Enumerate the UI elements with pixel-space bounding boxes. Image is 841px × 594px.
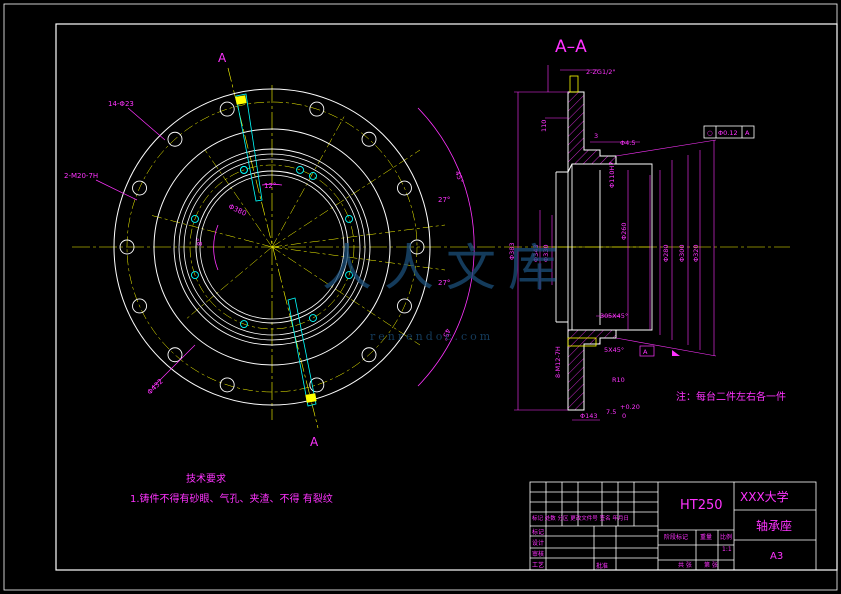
cut-label-top: A: [218, 51, 227, 65]
chamfer-top: 5X45°: [608, 312, 628, 320]
tol-upper: +0.20: [620, 403, 640, 411]
holes-outer-label: 14-Φ23: [108, 100, 134, 108]
hdr-2: 分区: [557, 516, 569, 522]
drawing-number: A3: [770, 551, 784, 562]
section-note: 注：每台二件左右各一件: [676, 392, 786, 403]
scale-value: 1:1: [722, 546, 732, 553]
hdr-4: 签名: [599, 516, 611, 522]
gdt-ref: A: [745, 129, 750, 137]
row-label-0: 标记: [532, 529, 545, 536]
slot-top: [235, 93, 263, 202]
ratio-label: 比例: [720, 534, 733, 541]
holes-thread-label: 2-M20-7H: [64, 172, 98, 180]
row-label-3: 工艺: [532, 562, 545, 569]
sheet-no: 第 张: [704, 562, 718, 569]
dim-143: Φ143: [580, 412, 598, 420]
section-title: A–A: [555, 37, 587, 57]
section-line-aa: [227, 67, 319, 429]
outer-hole: [361, 131, 377, 147]
dim-d300: Φ300: [678, 244, 686, 262]
stage-mark: 阶段标记: [664, 534, 689, 541]
approve-label: 批准: [596, 563, 609, 570]
dim-phi45: Φ4.5: [620, 139, 635, 147]
row-label-1: 设计: [532, 540, 545, 547]
chamfer-bottom: 5X45°: [604, 346, 624, 354]
tech-requirements: 技术要求 1.铸件不得有砂眼、气孔、夹渣、不得 有裂纹: [130, 470, 333, 510]
dim-d280: Φ280: [662, 244, 670, 262]
header-row: 标记 处数 分区 更改文件号 签名 年月日: [532, 514, 629, 522]
section-profile-bottom: [567, 329, 617, 411]
outer-hole: [219, 101, 235, 117]
angle-small: 12°: [264, 182, 276, 190]
angle-top: 45°: [453, 170, 465, 184]
outer-dia-label: Φ432: [146, 377, 165, 396]
cut-label-bottom: A: [310, 435, 319, 449]
tech-item-1: 1.铸件不得有砂眼、气孔、夹渣、不得 有裂纹: [130, 494, 333, 505]
material: HT250: [680, 498, 723, 513]
dim-110h7: Φ110H7: [608, 161, 616, 188]
hdr-1: 处数: [544, 516, 556, 522]
dim-d320: Φ320: [692, 244, 700, 262]
hdr-0: 标记: [532, 516, 544, 522]
part-name: 轴承座: [756, 519, 793, 533]
datum-label: A: [643, 348, 648, 356]
sheets-total: 共 张: [678, 562, 692, 569]
pipe-tap: [569, 75, 579, 93]
dim-d260: Φ260: [620, 222, 628, 240]
dim-3: 3: [594, 132, 598, 140]
gdt-value: Φ0.12: [718, 129, 738, 137]
weight-label: 重量: [700, 534, 713, 541]
hub-hole: [309, 172, 317, 180]
tech-title: 技术要求: [186, 474, 226, 485]
dim-75: 7.5: [606, 408, 616, 416]
school-name: XXX大学: [740, 490, 789, 504]
section-profile-top: [567, 91, 617, 173]
watermark-chars: 人人文库: [322, 239, 570, 297]
slot-marker-bottom: [305, 393, 317, 403]
tol-lower: 0: [622, 412, 626, 420]
watermark-url: renrendoc.com: [370, 330, 494, 343]
row-label-2: 审核: [532, 551, 545, 558]
pipe-thread: 2-ZG1/2": [586, 68, 615, 76]
gdt-symbol: ○: [707, 129, 713, 137]
angle-left: 8°: [196, 238, 204, 246]
ring-dia-label: Φ380: [227, 203, 247, 218]
hdr-3: 更改文件号: [570, 516, 598, 522]
hdr-5: 年月日: [612, 516, 629, 522]
slot-marker-top: [235, 95, 247, 105]
angle-right-1: 27°: [438, 196, 450, 204]
thread-bottom: 8-M12-7H: [554, 346, 562, 378]
hub-hole: [345, 215, 354, 223]
radius: R10: [612, 376, 625, 384]
dim-110: 110: [540, 120, 548, 132]
